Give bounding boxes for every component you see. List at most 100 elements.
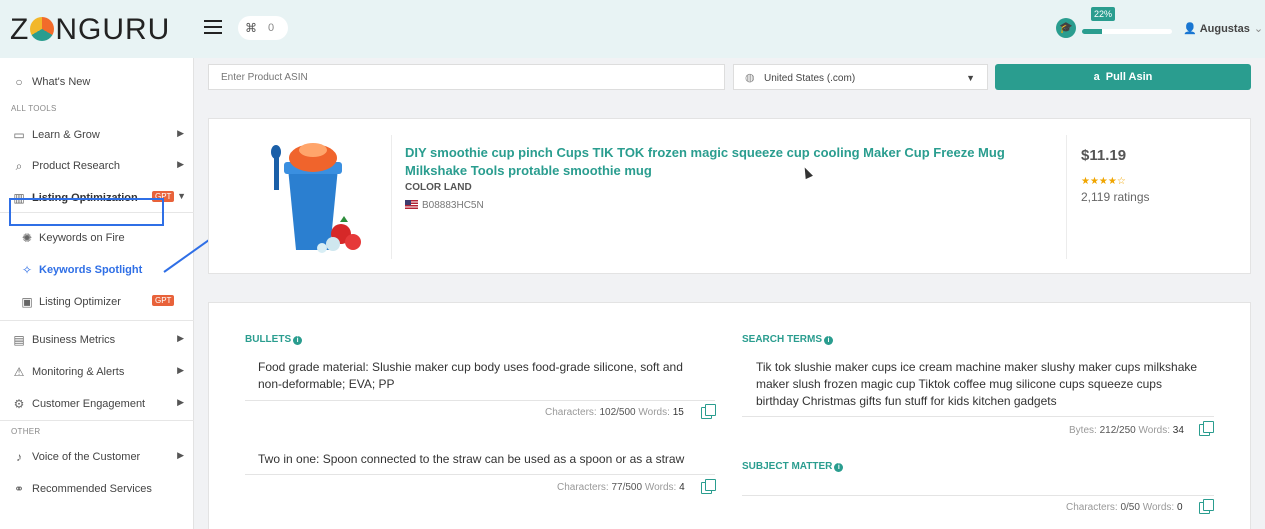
fire-icon: ✺ bbox=[21, 231, 33, 245]
asin-input[interactable] bbox=[208, 64, 725, 90]
bullet-1-counter: Characters: 102/500 Words: 15 bbox=[545, 407, 684, 418]
sidebar-item-label: Learn & Grow bbox=[32, 129, 100, 141]
user-icon: 👤 bbox=[1183, 23, 1197, 35]
sidebar-item-label: Voice of the Customer bbox=[32, 451, 141, 463]
search-terms-heading-label: SEARCH TERMS bbox=[742, 334, 823, 345]
sidebar-item-learn-grow[interactable]: ▭ Learn & Grow ▶ bbox=[0, 121, 194, 149]
chars-label: Characters: bbox=[1066, 502, 1118, 513]
sidebar-item-monitoring-alerts[interactable]: ⚠ Monitoring & Alerts ▶ bbox=[0, 358, 194, 386]
bullet-2-counter: Characters: 77/500 Words: 4 bbox=[557, 482, 685, 493]
sidebar-item-whats-new[interactable]: ○ What's New bbox=[0, 68, 194, 96]
sidebar-item-recommended-services[interactable]: ⚭ Recommended Services bbox=[0, 475, 194, 503]
progress-percent-label: 22% bbox=[1091, 7, 1115, 21]
bytes-value: 212/250 bbox=[1099, 425, 1136, 436]
chevron-down-icon: ⌄ bbox=[1253, 23, 1264, 35]
product-price: $11.19 bbox=[1081, 147, 1127, 164]
progress-fill bbox=[1082, 29, 1102, 34]
chars-value: 77/500 bbox=[611, 482, 643, 493]
bytes-label: Bytes: bbox=[1069, 425, 1097, 436]
share-counter-button[interactable]: ⌘ 0 bbox=[238, 16, 288, 40]
info-icon[interactable]: i bbox=[293, 336, 303, 345]
chevron-right-icon: ▶ bbox=[177, 365, 184, 375]
product-brand: COLOR LAND bbox=[405, 182, 472, 193]
copy-icon[interactable] bbox=[1199, 499, 1214, 514]
sidebar-item-voice-of-customer[interactable]: ♪ Voice of the Customer ▶ bbox=[0, 443, 194, 471]
info-icon[interactable]: i bbox=[824, 336, 834, 345]
gear-icon: ⚙ bbox=[13, 397, 25, 411]
chevron-right-icon: ▶ bbox=[177, 450, 184, 460]
product-title-link[interactable]: DIY smoothie cup pinch Cups TIK TOK froz… bbox=[405, 144, 1055, 180]
words-label: Words: bbox=[1142, 502, 1175, 513]
user-menu[interactable]: 👤 Augustas ⌄ bbox=[1183, 22, 1263, 35]
chevron-right-icon: ▶ bbox=[177, 128, 184, 138]
chevron-right-icon: ▶ bbox=[177, 333, 184, 343]
words-value: 4 bbox=[679, 482, 685, 493]
sidebar-item-label: Keywords Spotlight bbox=[39, 264, 143, 276]
amazon-icon: a bbox=[1093, 71, 1100, 83]
field-underline bbox=[742, 416, 1214, 417]
microphone-icon: ♪ bbox=[16, 450, 22, 464]
bullet-2-text[interactable]: Two in one: Spoon connected to the straw… bbox=[258, 451, 698, 468]
subject-matter-heading: SUBJECT MATTER i bbox=[742, 461, 844, 472]
copy-icon[interactable] bbox=[701, 479, 716, 494]
copy-icon[interactable] bbox=[1199, 421, 1214, 436]
subject-matter-heading-label: SUBJECT MATTER bbox=[742, 461, 833, 472]
us-flag-icon bbox=[405, 200, 418, 209]
sidebar-item-label: Business Metrics bbox=[32, 334, 116, 346]
caret-down-icon: ▼ bbox=[966, 73, 975, 83]
alert-icon: ⚠ bbox=[13, 365, 25, 379]
sidebar-item-business-metrics[interactable]: ▤ Business Metrics ▶ bbox=[0, 326, 194, 354]
divider bbox=[391, 135, 392, 259]
search-terms-heading: SEARCH TERMS i bbox=[742, 334, 834, 345]
sidebar-item-label: Recommended Services bbox=[32, 483, 152, 495]
chars-label: Characters: bbox=[545, 407, 597, 418]
divider bbox=[1066, 135, 1067, 259]
marketplace-select[interactable]: ◍ United States (.com) ▼ bbox=[733, 64, 988, 90]
chevron-right-icon: ▶ bbox=[177, 397, 184, 407]
section-all-tools: ALL TOOLS bbox=[11, 104, 57, 113]
marketplace-value: United States (.com) bbox=[764, 73, 856, 84]
zonguru-logo[interactable]: Z NGURU bbox=[10, 13, 170, 47]
onboarding-progress-bar bbox=[1082, 29, 1172, 34]
sidebar-item-customer-engagement[interactable]: ⚙ Customer Engagement ▶ bbox=[0, 390, 194, 418]
gpt-badge: GPT bbox=[152, 295, 175, 306]
search-terms-text[interactable]: Tik tok slushie maker cups ice cream mac… bbox=[756, 359, 1206, 410]
monitor-icon: ▤ bbox=[13, 333, 25, 347]
bullets-heading-label: BULLETS bbox=[245, 334, 292, 345]
subject-matter-counter: Characters: 0/50 Words: 0 bbox=[1066, 502, 1183, 513]
handshake-icon: ⚭ bbox=[13, 482, 25, 496]
bullets-heading: BULLETS i bbox=[245, 334, 303, 345]
words-value: 34 bbox=[1172, 425, 1184, 436]
field-underline bbox=[245, 400, 715, 401]
words-label: Words: bbox=[638, 407, 670, 418]
sidebar-item-label: Product Research bbox=[32, 160, 121, 172]
product-image[interactable] bbox=[258, 138, 368, 256]
product-asin: B08883HC5N bbox=[405, 200, 484, 211]
words-label: Words: bbox=[644, 482, 677, 493]
info-icon[interactable]: i bbox=[834, 463, 844, 472]
user-name: Augustas bbox=[1199, 23, 1250, 35]
book-icon: ▭ bbox=[13, 128, 25, 142]
bullet-1-text[interactable]: Food grade material: Slushie maker cup b… bbox=[258, 359, 698, 393]
sidebar-item-label: Monitoring & Alerts bbox=[32, 366, 125, 378]
globe-icon: ◍ bbox=[745, 72, 755, 84]
sidebar-item-label: Keywords on Fire bbox=[39, 232, 125, 244]
share-count: 0 bbox=[268, 22, 275, 34]
copy-icon[interactable] bbox=[701, 404, 716, 419]
sidebar-item-listing-optimizer[interactable]: ▣ Listing Optimizer GPT bbox=[0, 288, 194, 316]
graduation-cap-icon[interactable]: 🎓 bbox=[1056, 18, 1076, 38]
top-header: Z NGURU ⌘ 0 🎓 22% 👤 Augustas ⌄ bbox=[0, 0, 1265, 58]
sidebar-item-product-research[interactable]: ⌕ Product Research ▶ bbox=[0, 152, 194, 180]
pull-asin-button[interactable]: a Pull Asin bbox=[995, 64, 1251, 90]
sidebar-item-label: What's New bbox=[32, 76, 91, 88]
ratings-count: 2,119 ratings bbox=[1081, 190, 1150, 204]
field-underline bbox=[742, 495, 1214, 496]
sidebar-item-label: Listing Optimizer bbox=[39, 296, 121, 308]
menu-toggle-icon[interactable] bbox=[204, 20, 222, 34]
asin-value: B08883HC5N bbox=[422, 200, 484, 211]
highlight-box bbox=[9, 198, 164, 226]
words-label: Words: bbox=[1138, 425, 1171, 436]
share-icon: ⌘ bbox=[245, 21, 257, 35]
sidebar-item-label: Customer Engagement bbox=[32, 398, 146, 410]
chars-value: 0/50 bbox=[1120, 502, 1140, 513]
